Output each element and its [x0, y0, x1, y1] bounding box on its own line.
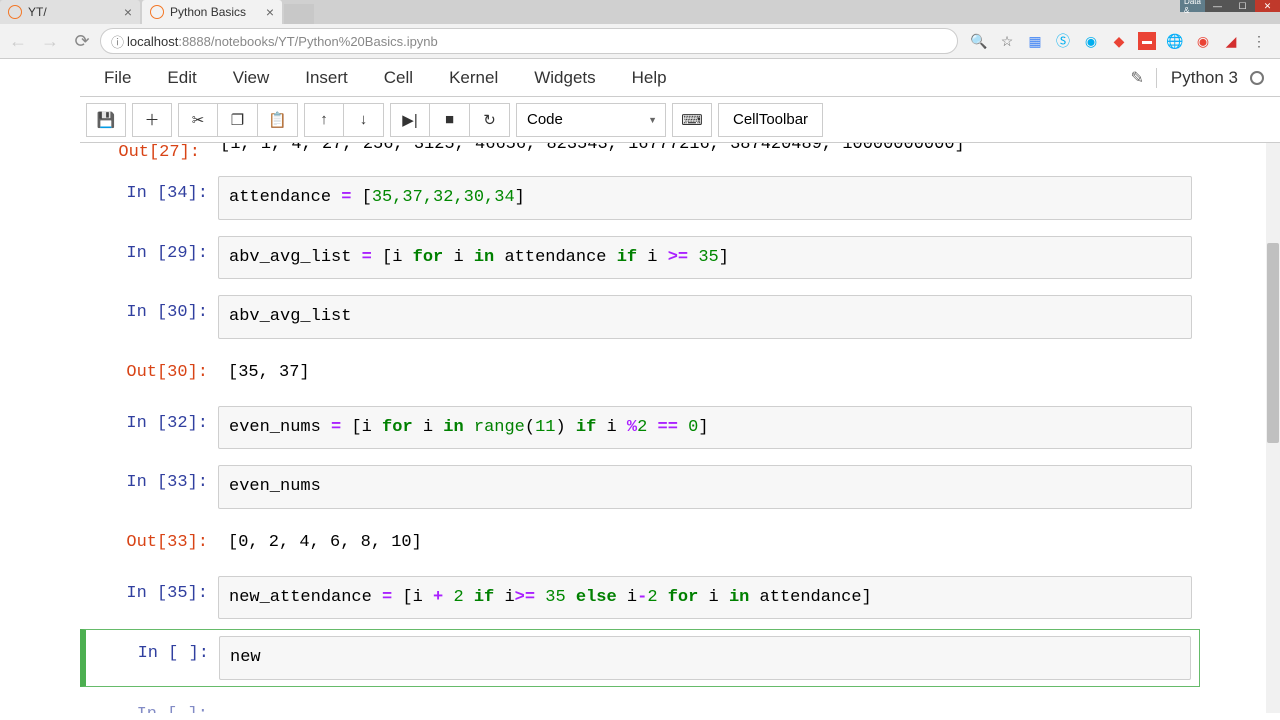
jupyter-icon — [150, 5, 164, 19]
browser-action-icons: 🔍 ☆ ▦ Ⓢ ◉ ◆ ▬ 🌐 ◉ ◢ ⋮ — [962, 32, 1276, 50]
extension-icon[interactable]: ◆ — [1110, 32, 1128, 50]
browser-tab-python-basics[interactable]: Python Basics × — [142, 0, 282, 24]
close-icon[interactable]: × — [124, 4, 132, 20]
pencil-icon[interactable]: ✎ — [1130, 68, 1143, 88]
output-text: [35, 37] — [218, 355, 1192, 390]
menubar: File Edit View Insert Cell Kernel Widget… — [80, 59, 1280, 97]
output-prompt: Out[30]: — [88, 355, 218, 390]
menu-insert[interactable]: Insert — [287, 62, 366, 94]
input-prompt: In [ ]: — [88, 697, 218, 714]
code-input[interactable]: abv_avg_list — [218, 295, 1192, 339]
paste-button[interactable]: 📋 — [258, 103, 298, 137]
move-up-button[interactable]: ↑ — [304, 103, 344, 137]
extension-icon[interactable]: ▬ — [1138, 32, 1156, 50]
toolbar: 💾 ＋ ✂ ❐ 📋 ↑ ↓ ▶| ■ ↻ Code ⌨ CellToolbar — [80, 97, 1280, 143]
menu-kernel[interactable]: Kernel — [431, 62, 516, 94]
code-cell[interactable]: In [35]: new_attendance = [i + 2 if i>= … — [80, 570, 1200, 626]
tab-title: YT/ — [28, 5, 120, 19]
code-input[interactable]: even_nums = [i for i in range(11) if i %… — [218, 406, 1192, 450]
output-text: [1, 1, 4, 27, 256, 3125, 46656, 823543, … — [210, 143, 1200, 162]
copy-button[interactable]: ❐ — [218, 103, 258, 137]
forward-button[interactable]: → — [36, 27, 64, 55]
menu-file[interactable]: File — [86, 62, 149, 94]
output-text: [0, 2, 4, 6, 8, 10] — [218, 525, 1192, 560]
menu-help[interactable]: Help — [614, 62, 685, 94]
skype-icon[interactable]: Ⓢ — [1054, 32, 1072, 50]
output-cell: Out[33]: [0, 2, 4, 6, 8, 10] — [80, 519, 1200, 566]
cell-toolbar-button[interactable]: CellToolbar — [718, 103, 823, 137]
code-input[interactable]: even_nums — [218, 465, 1192, 509]
kernel-indicator-icon — [1250, 71, 1264, 85]
close-icon[interactable]: × — [266, 4, 274, 20]
output-partial: Out[27]: [1, 1, 4, 27, 256, 3125, 46656,… — [80, 143, 1200, 162]
command-palette-button[interactable]: ⌨ — [672, 103, 712, 137]
menu-icon[interactable]: ⋮ — [1250, 32, 1268, 50]
scrollbar[interactable] — [1266, 143, 1280, 713]
scrollbar-thumb[interactable] — [1267, 243, 1279, 443]
cell-type-select[interactable]: Code — [516, 103, 666, 137]
extension-icon[interactable]: ◉ — [1194, 32, 1212, 50]
star-icon[interactable]: ☆ — [998, 32, 1016, 50]
info-icon: ⓘ — [111, 32, 124, 51]
browser-tab-strip: YT/ × Python Basics × — [0, 0, 1280, 24]
menu-widgets[interactable]: Widgets — [516, 62, 613, 94]
window-close-button[interactable]: ✕ — [1255, 0, 1280, 12]
code-input[interactable]: new_attendance = [i + 2 if i>= 35 else i… — [218, 576, 1192, 620]
run-button[interactable]: ▶| — [390, 103, 430, 137]
maximize-button[interactable]: ☐ — [1230, 0, 1255, 12]
jupyter-icon — [8, 5, 22, 19]
input-prompt: In [34]: — [88, 176, 218, 220]
menu-cell[interactable]: Cell — [366, 62, 431, 94]
save-button[interactable]: 💾 — [86, 103, 126, 137]
input-prompt: In [ ]: — [89, 636, 219, 680]
url-host: localhost — [127, 34, 178, 49]
browser-tab-yt[interactable]: YT/ × — [0, 0, 140, 24]
code-cell[interactable]: In [29]: abv_avg_list = [i for i in atte… — [80, 230, 1200, 286]
zoom-icon[interactable]: 🔍 — [970, 32, 988, 50]
kernel-name[interactable]: Python 3 — [1156, 68, 1238, 88]
add-cell-button[interactable]: ＋ — [132, 103, 172, 137]
window-controls: Data & — ☐ ✕ — [1180, 0, 1280, 12]
output-cell: Out[30]: [35, 37] — [80, 349, 1200, 396]
code-cell-active[interactable]: In [ ]: new — [80, 629, 1200, 687]
output-prompt: Out[33]: — [88, 525, 218, 560]
address-bar[interactable]: ⓘ localhost:8888/notebooks/YT/Python%20B… — [100, 28, 958, 54]
extension-icon[interactable]: 🌐 — [1166, 32, 1184, 50]
url-path: :8888/notebooks/YT/Python%20Basics.ipynb — [178, 34, 437, 49]
menu-view[interactable]: View — [215, 62, 288, 94]
data-indicator: Data & — [1180, 0, 1205, 12]
notebook-app: File Edit View Insert Cell Kernel Widget… — [0, 59, 1280, 713]
code-cell[interactable]: In [33]: even_nums — [80, 459, 1200, 515]
code-cell[interactable]: In [30]: abv_avg_list — [80, 289, 1200, 345]
extension-icon[interactable]: ◉ — [1082, 32, 1100, 50]
code-input[interactable]: attendance = [35,37,32,30,34] — [218, 176, 1192, 220]
tab-title: Python Basics — [170, 5, 262, 19]
input-prompt: In [33]: — [88, 465, 218, 509]
minimize-button[interactable]: — — [1205, 0, 1230, 12]
input-prompt: In [29]: — [88, 236, 218, 280]
browser-toolbar: ← → ⟳ ⓘ localhost:8888/notebooks/YT/Pyth… — [0, 24, 1280, 59]
code-cell[interactable]: In [34]: attendance = [35,37,32,30,34] — [80, 170, 1200, 226]
input-prompt: In [32]: — [88, 406, 218, 450]
move-down-button[interactable]: ↓ — [344, 103, 384, 137]
stop-button[interactable]: ■ — [430, 103, 470, 137]
code-cell[interactable]: In [ ]: — [80, 691, 1200, 714]
code-input[interactable]: abv_avg_list = [i for i in attendance if… — [218, 236, 1192, 280]
input-prompt: In [35]: — [88, 576, 218, 620]
menu-edit[interactable]: Edit — [149, 62, 214, 94]
extension-icon[interactable]: ▦ — [1026, 32, 1044, 50]
input-prompt: In [30]: — [88, 295, 218, 339]
new-tab-button[interactable] — [284, 4, 314, 24]
notebook-body: Out[27]: [1, 1, 4, 27, 256, 3125, 46656,… — [0, 143, 1280, 713]
restart-button[interactable]: ↻ — [470, 103, 510, 137]
code-cell[interactable]: In [32]: even_nums = [i for i in range(1… — [80, 400, 1200, 456]
back-button[interactable]: ← — [4, 27, 32, 55]
reload-button[interactable]: ⟳ — [68, 27, 96, 55]
cut-button[interactable]: ✂ — [178, 103, 218, 137]
extension-icon[interactable]: ◢ — [1222, 32, 1240, 50]
code-input[interactable]: new — [219, 636, 1191, 680]
output-prompt: Out[27]: — [80, 143, 210, 162]
